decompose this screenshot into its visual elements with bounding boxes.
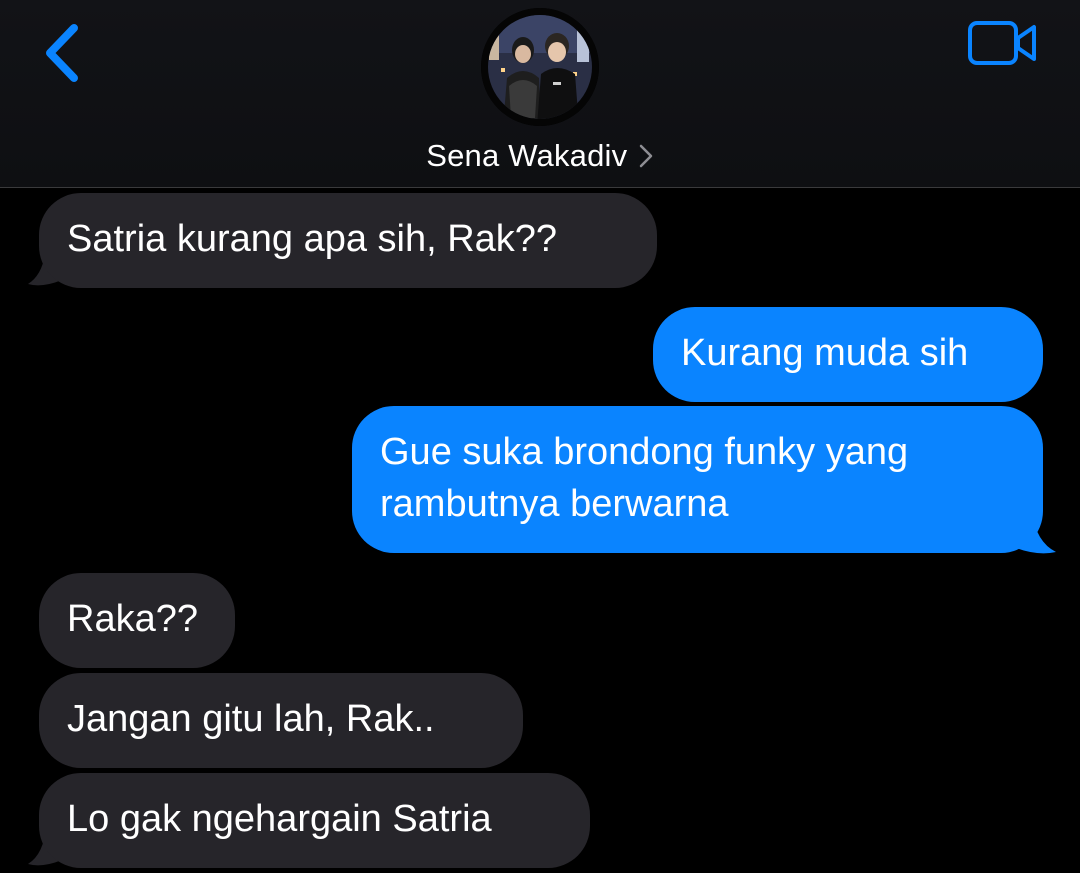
message-text: Satria kurang apa sih, Rak??	[67, 218, 558, 260]
message-bubble[interactable]: Raka??	[39, 573, 235, 668]
message-bubble[interactable]: Lo gak ngehargain Satria	[39, 773, 590, 868]
message-text: Kurang muda sih	[681, 332, 969, 374]
messages-screen: Sena Wakadiv Satria kurang apa sih, Rak?…	[0, 0, 1080, 873]
message-bubble[interactable]: Gue suka brondong funky yang rambutnya b…	[352, 406, 1043, 553]
contact-avatar[interactable]	[481, 8, 599, 126]
contact-name: Sena Wakadiv	[426, 138, 628, 173]
message-text: Lo gak ngehargain Satria	[67, 798, 492, 840]
video-call-button[interactable]	[966, 18, 1040, 68]
contact-name-button[interactable]: Sena Wakadiv	[0, 138, 1080, 174]
message-bubble[interactable]: Satria kurang apa sih, Rak??	[39, 193, 657, 288]
message-text-line: Gue suka brondong funky yang	[380, 431, 909, 473]
conversation-header: Sena Wakadiv	[0, 0, 1080, 188]
chevron-left-icon	[46, 24, 78, 82]
avatar-photo	[481, 8, 599, 126]
back-button[interactable]	[38, 20, 90, 86]
video-camera-icon	[968, 21, 1036, 65]
chevron-right-icon	[639, 144, 653, 168]
message-text: Jangan gitu lah, Rak..	[67, 698, 435, 740]
message-text-line: rambutnya berwarna	[380, 483, 729, 525]
message-bubble[interactable]: Jangan gitu lah, Rak..	[39, 673, 523, 768]
message-text: Raka??	[67, 598, 198, 640]
message-bubble[interactable]: Kurang muda sih	[653, 307, 1043, 402]
